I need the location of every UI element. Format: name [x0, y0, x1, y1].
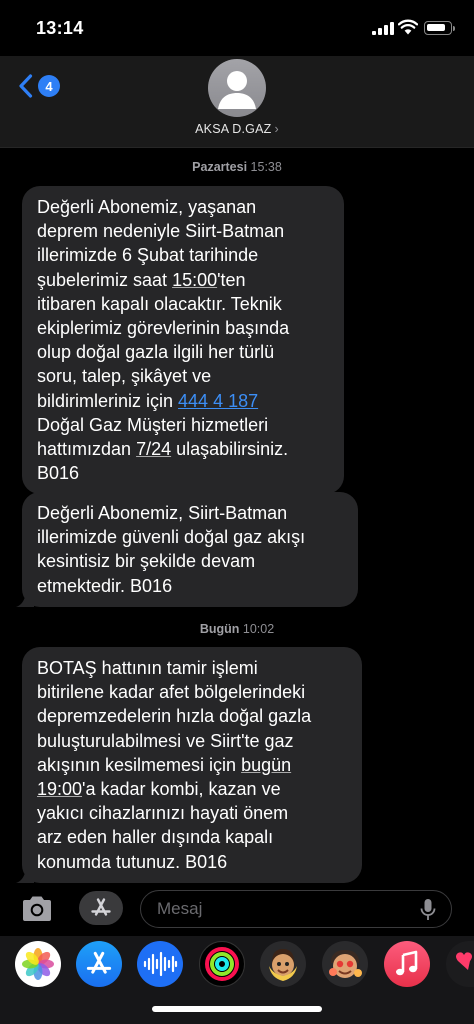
- camera-icon[interactable]: [20, 894, 54, 924]
- wifi-icon: [398, 19, 418, 35]
- status-bar: 13:14: [0, 0, 474, 56]
- audio-message-app-icon: [143, 951, 178, 977]
- person-silhouette-icon: [218, 71, 256, 109]
- fitness-activity-app-button[interactable]: [199, 941, 245, 987]
- bubble-tail: [16, 864, 34, 883]
- message-text: BOTAŞ hattının tamir işlemi bitirilene k…: [37, 656, 348, 874]
- music-app-icon: [396, 950, 418, 976]
- timestamp-day: Bugün: [199, 622, 240, 636]
- memoji-app-icon: [269, 949, 297, 981]
- chevron-right-icon: ›: [274, 122, 279, 136]
- audio-message-app-button[interactable]: [137, 941, 183, 987]
- back-button[interactable]: 4: [18, 74, 60, 98]
- timestamp-day: Pazartesi: [192, 160, 248, 174]
- message-text: Değerli Abonemiz, yaşanan deprem nedeniy…: [37, 195, 330, 485]
- phone-number-link[interactable]: 444 4 187: [178, 391, 258, 411]
- photos-app-button[interactable]: [15, 941, 61, 987]
- memoji-app-button[interactable]: [260, 941, 306, 987]
- chevron-left-icon: [19, 74, 33, 98]
- memoji-stickers-app-button[interactable]: [322, 941, 368, 987]
- time-link[interactable]: 7/24: [136, 439, 171, 459]
- unread-count-badge: 4: [38, 75, 60, 97]
- home-indicator[interactable]: [152, 1006, 322, 1012]
- message-bubble[interactable]: Değerli Abonemiz, yaşanan deprem nedeniy…: [22, 186, 344, 495]
- music-app-button[interactable]: [384, 941, 430, 987]
- timestamp-time: 10:02: [242, 622, 275, 636]
- app-store-app-icon: [86, 951, 112, 974]
- app-store-icon: [91, 898, 111, 916]
- message-bubble[interactable]: BOTAŞ hattının tamir işlemi bitirilene k…: [16, 647, 362, 883]
- app-store-button[interactable]: [79, 891, 123, 925]
- message-text-segment: Değerli Abonemiz, yaşanan deprem nedeniy…: [37, 197, 285, 290]
- cellular-signal-icon: [372, 22, 394, 35]
- contact-name-button[interactable]: AKSA D.GAZ ›: [0, 122, 474, 136]
- conversation-header: 4 AKSA D.GAZ ›: [0, 56, 474, 148]
- digital-touch-app-icon: [456, 952, 472, 970]
- digital-touch-app-button[interactable]: [446, 941, 474, 987]
- battery-icon: [424, 21, 455, 35]
- message-text-segment: 'ten itibaren kapalı olacaktır. Teknik e…: [37, 269, 290, 411]
- message-text: Değerli Abonemiz, Siirt-Batman illerimiz…: [37, 501, 344, 598]
- status-time: 13:14: [36, 18, 84, 38]
- message-timestamp: Bugün 10:02: [0, 622, 474, 636]
- contact-name: AKSA D.GAZ: [195, 122, 272, 136]
- bubble-tail: [16, 588, 34, 607]
- message-bubble[interactable]: Değerli Abonemiz, Siirt-Batman illerimiz…: [16, 492, 358, 607]
- message-text-segment: Değerli Abonemiz, Siirt-Batman illerimiz…: [37, 503, 306, 596]
- photos-app-icon: [22, 948, 54, 980]
- app-drawer: [0, 936, 474, 1024]
- timestamp-time: 15:38: [250, 160, 282, 174]
- contact-avatar[interactable]: [208, 59, 266, 117]
- battery-level: [427, 24, 445, 31]
- message-input[interactable]: [140, 890, 452, 928]
- fitness-activity-app-icon: [205, 947, 239, 981]
- app-store-app-button[interactable]: [76, 941, 122, 987]
- microphone-icon[interactable]: [420, 898, 436, 922]
- memoji-stickers-app-icon: [329, 950, 362, 978]
- message-timestamp: Pazartesi 15:38: [0, 160, 474, 174]
- time-link[interactable]: 15:00: [172, 270, 217, 290]
- message-composer: [0, 886, 474, 936]
